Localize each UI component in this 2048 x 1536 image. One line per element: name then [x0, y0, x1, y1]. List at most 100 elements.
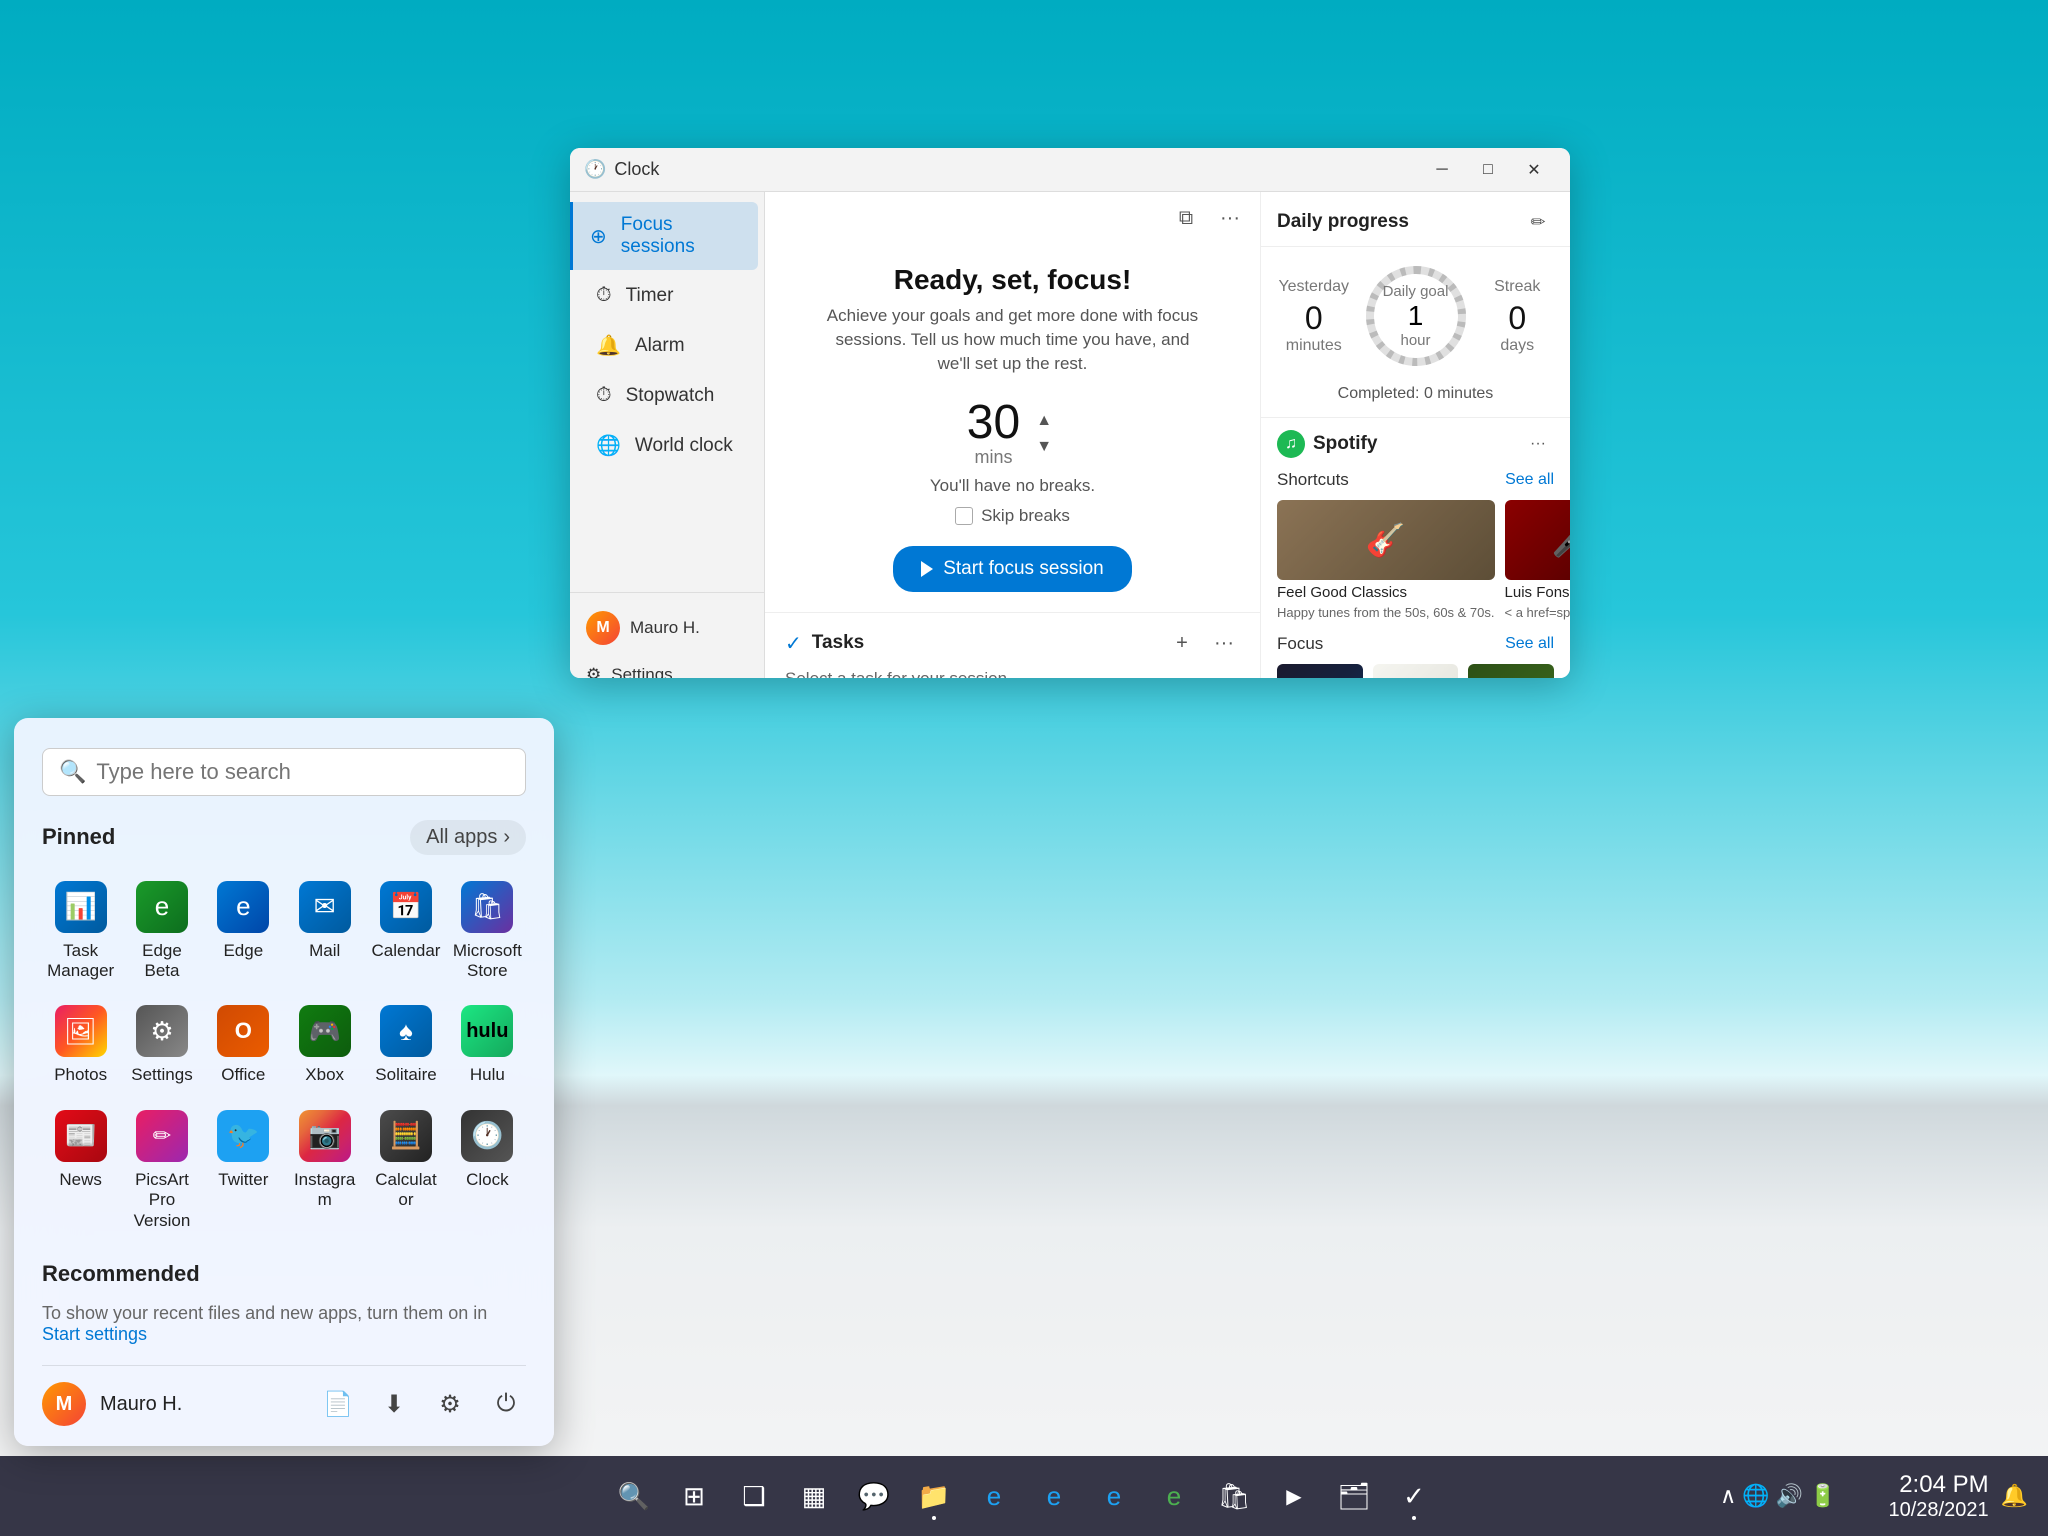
sidebar-item-label: Timer	[626, 285, 674, 307]
pinned-app-instagram[interactable]: 📷 Instagram	[286, 1100, 363, 1241]
pinned-app-picsart[interactable]: ✏ PicsArt Pro Version	[123, 1100, 200, 1241]
file-explorer-icon: 📁	[918, 1481, 950, 1512]
solitaire-label: Solitaire	[375, 1065, 436, 1085]
daily-progress-panel: Daily progress ✏ Yesterday 0 minutes	[1260, 192, 1570, 678]
compact-view-button[interactable]: ⧉	[1168, 200, 1204, 236]
music-card-feel-good[interactable]: 🎸 Feel Good Classics Happy tunes from th…	[1277, 500, 1495, 620]
pinned-app-news[interactable]: 📰 News	[42, 1100, 119, 1241]
pinned-app-photos[interactable]: 🖼 Photos	[42, 995, 119, 1095]
active-dot-2	[1412, 1516, 1416, 1520]
time-display: 30 mins	[967, 399, 1020, 468]
pinned-app-hulu[interactable]: hulu Hulu	[449, 995, 526, 1095]
sidebar-item-world-clock[interactable]: 🌐 World clock	[576, 421, 758, 470]
chevron-right-icon: ›	[503, 826, 510, 849]
sidebar-user[interactable]: M Mauro H.	[570, 601, 764, 655]
sidebar-item-focus-sessions[interactable]: ⊕ Focus sessions	[570, 202, 758, 270]
edit-goal-button[interactable]: ✏	[1522, 206, 1554, 238]
focus-see-all-link[interactable]: See all	[1505, 635, 1554, 653]
sidebar-item-stopwatch[interactable]: ⏱ Stopwatch	[576, 372, 758, 419]
shortcuts-see-all-link[interactable]: See all	[1505, 471, 1554, 489]
focus-card-instrumental[interactable]: 🎵 Instrumental Study	[1373, 664, 1459, 678]
spotify-name: Spotify	[1313, 433, 1514, 455]
settings-power-button[interactable]: ⚙	[430, 1384, 470, 1424]
pinned-app-edge[interactable]: e Edge	[205, 871, 282, 992]
edge-beta-taskbar-button[interactable]: e	[1146, 1468, 1202, 1524]
taskbar-right: ∧ 🌐 🔊 🔋 2:04 PM 10/28/2021 🔔	[1720, 1471, 2028, 1522]
start-user-row: M Mauro H. 📄 ⬇ ⚙ ⏻	[42, 1365, 526, 1426]
chevron-up-icon[interactable]: ∧	[1720, 1483, 1736, 1509]
terminal-button[interactable]: ▶	[1266, 1468, 1322, 1524]
skip-breaks-checkbox[interactable]	[955, 507, 973, 525]
increase-time-button[interactable]: ▲	[1030, 410, 1058, 432]
power-button[interactable]: ⏻	[486, 1384, 526, 1424]
calculator-label: Calculator	[371, 1170, 440, 1211]
pinned-app-settings[interactable]: ⚙ Settings	[123, 995, 200, 1095]
sidebar-settings[interactable]: ⚙ Settings	[570, 655, 764, 678]
maximize-button[interactable]: □	[1466, 153, 1510, 187]
pinned-app-twitter[interactable]: 🐦 Twitter	[205, 1100, 282, 1241]
daily-goal-label: Daily goal	[1383, 283, 1449, 300]
network-icon[interactable]: 🌐	[1742, 1483, 1769, 1509]
pinned-app-calculator[interactable]: 🧮 Calculator	[367, 1100, 444, 1241]
chat-button[interactable]: 💬	[846, 1468, 902, 1524]
task-view-button[interactable]: ❑	[726, 1468, 782, 1524]
taskbar-clock[interactable]: 2:04 PM 10/28/2021	[1888, 1471, 1988, 1522]
minutes-unit: mins	[974, 447, 1012, 468]
sidebar-bottom: M Mauro H. ⚙ Settings	[570, 592, 764, 678]
volume-icon[interactable]: 🔊	[1776, 1483, 1803, 1509]
pinned-app-clock[interactable]: 🕐 Clock	[449, 1100, 526, 1241]
sidebar-item-alarm[interactable]: 🔔 Alarm	[576, 321, 758, 370]
sidebar-item-timer[interactable]: ⏱ Timer	[576, 272, 758, 319]
decrease-time-button[interactable]: ▼	[1030, 436, 1058, 458]
downloads-button[interactable]: ⬇	[374, 1384, 414, 1424]
yesterday-label: Yesterday	[1278, 278, 1349, 296]
window-controls: ─ □ ✕	[1420, 153, 1556, 187]
pinned-app-task-manager[interactable]: 📊 Task Manager	[42, 871, 119, 992]
spotify-more-button[interactable]: ···	[1522, 428, 1554, 460]
pinned-app-xbox[interactable]: 🎮 Xbox	[286, 995, 363, 1095]
edge-taskbar-icon: e	[987, 1481, 1001, 1512]
docs-button[interactable]: 📄	[318, 1384, 358, 1424]
office-label: Office	[221, 1065, 265, 1085]
focus-card-jazz[interactable]: 🎷 Jazz in the Backg...	[1468, 664, 1554, 678]
tasks-more-button[interactable]: ···	[1208, 627, 1240, 659]
music-card-luis-fonsi[interactable]: 🎤 ♫ Luis Fonsi Mix < a href=spotify:play…	[1505, 500, 1570, 620]
close-button[interactable]: ✕	[1512, 153, 1556, 187]
news-icon: 📰	[55, 1110, 107, 1162]
clock-icon: 🕐	[584, 159, 606, 180]
start-button[interactable]: ⊞	[666, 1468, 722, 1524]
edge-taskbar-button[interactable]: e	[966, 1468, 1022, 1524]
spotify-logo: ♫	[1277, 430, 1305, 458]
focus-card-deep[interactable]: 🌙 Deep Focus	[1277, 664, 1363, 678]
notification-icon[interactable]: 🔔	[2001, 1483, 2028, 1509]
pinned-app-solitaire[interactable]: ♠ Solitaire	[367, 995, 444, 1095]
play-icon	[921, 561, 933, 577]
minimize-button[interactable]: ─	[1420, 153, 1464, 187]
pinned-app-edge-beta[interactable]: e Edge Beta	[123, 871, 200, 992]
search-input[interactable]	[96, 759, 509, 785]
start-settings-link[interactable]: Start settings	[42, 1324, 147, 1344]
store-taskbar-button[interactable]: 🛍	[1206, 1468, 1262, 1524]
calendar-label: Calendar	[371, 941, 440, 961]
start-focus-session-button[interactable]: Start focus session	[893, 546, 1132, 592]
pinned-app-office[interactable]: O Office	[205, 995, 282, 1095]
pinned-app-mail[interactable]: ✉ Mail	[286, 871, 363, 992]
feel-good-thumbnail: 🎸	[1277, 500, 1495, 580]
edge-dev-button[interactable]: e	[1026, 1468, 1082, 1524]
edge-icon: e	[217, 881, 269, 933]
file-explorer-button[interactable]: 📁	[906, 1468, 962, 1524]
search-taskbar-button[interactable]: 🔍	[606, 1468, 662, 1524]
all-apps-button[interactable]: All apps ›	[410, 820, 526, 855]
explorer2-button[interactable]: 🗂	[1326, 1468, 1382, 1524]
settings-icon: ⚙	[586, 665, 601, 678]
focus-subtitle: Achieve your goals and get more done wit…	[823, 304, 1203, 375]
task-manager-icon: 📊	[55, 881, 107, 933]
start-user-avatar: M	[42, 1382, 86, 1426]
widgets-button[interactable]: ▦	[786, 1468, 842, 1524]
todo-button[interactable]: ✓	[1386, 1468, 1442, 1524]
edge-canary-button[interactable]: e	[1086, 1468, 1142, 1524]
pinned-app-microsoft-store[interactable]: 🛍 Microsoft Store	[449, 871, 526, 992]
more-options-button[interactable]: ···	[1212, 200, 1248, 236]
add-task-button[interactable]: +	[1166, 627, 1198, 659]
pinned-app-calendar[interactable]: 📅 Calendar	[367, 871, 444, 992]
